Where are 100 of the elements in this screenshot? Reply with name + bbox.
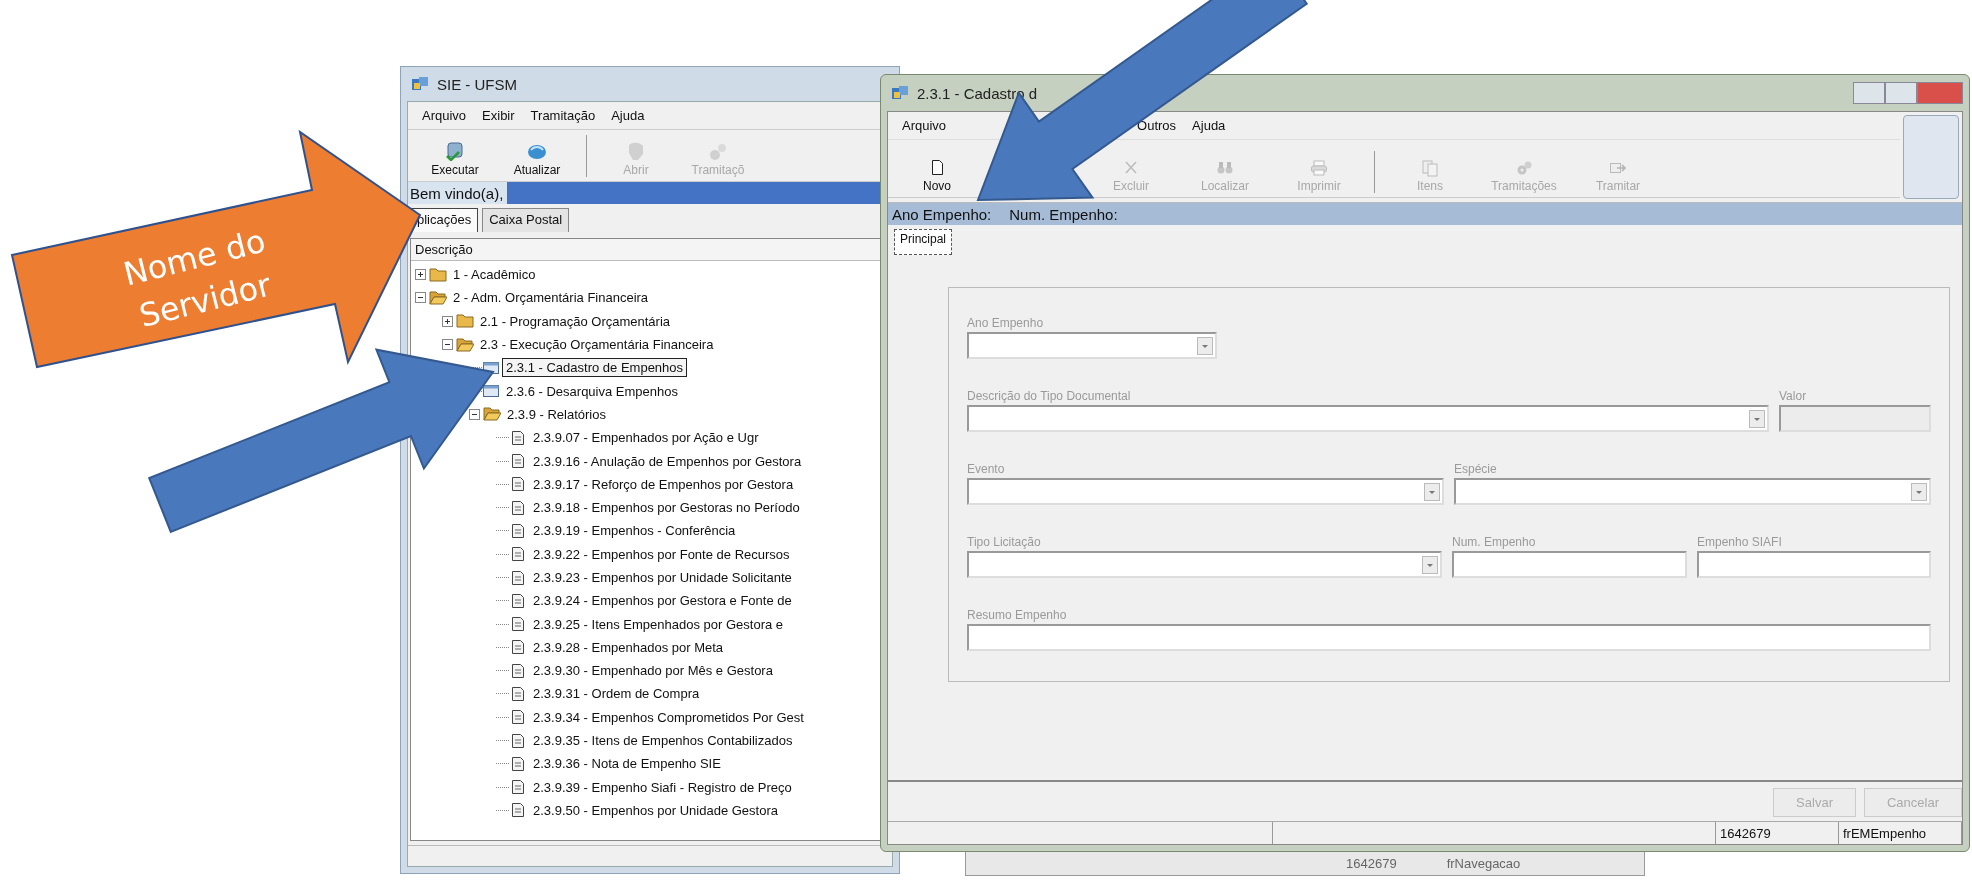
- document-icon: [509, 545, 527, 564]
- document-icon: [509, 661, 527, 680]
- tree-item[interactable]: 2.3.6 - Desarquiva Empenhos: [502, 381, 682, 401]
- document-icon: [509, 591, 527, 610]
- tree-item[interactable]: 2.3.9.36 - Nota de Empenho SIE: [529, 754, 725, 774]
- menu-item[interactable]: Ajuda: [1192, 118, 1226, 133]
- document-icon: [509, 778, 527, 797]
- minimize-button[interactable]: [1853, 82, 1885, 104]
- toolbar-button[interactable]: Atualizar: [498, 139, 576, 179]
- tab[interactable]: plicações: [410, 208, 479, 232]
- tree-item[interactable]: 1 - Acadêmico: [449, 265, 540, 285]
- dropdown-field[interactable]: [967, 478, 1444, 505]
- document-icon: [509, 452, 527, 470]
- tree-item[interactable]: 2 - Adm. Orçamentária Financeira: [449, 288, 653, 308]
- input-field[interactable]: [1697, 551, 1931, 578]
- tree-item[interactable]: 2.3.9.17 - Reforço de Empenhos por Gestora: [529, 474, 798, 494]
- menu-item[interactable]: Tramitação: [530, 108, 596, 123]
- menu-item[interactable]: Arquivo: [902, 118, 947, 133]
- folder-icon: [456, 312, 474, 331]
- field-label: Valor: [1779, 389, 1808, 403]
- tree-item[interactable]: 2.3.9.30 - Empenhado por Mês e Gestora: [529, 661, 777, 681]
- dropdown-field[interactable]: [967, 405, 1769, 432]
- field-label: Evento: [967, 462, 1006, 476]
- status-text: frEMEmpenho: [1839, 822, 1962, 844]
- document-icon: [509, 801, 527, 820]
- welcome-text: Bem vindo(a),: [409, 184, 504, 202]
- field-label: Empenho SIAFI: [1697, 535, 1783, 549]
- folder-icon: [456, 335, 474, 354]
- info-label: Num. Empenho:: [1009, 205, 1118, 223]
- tree-item[interactable]: 2.3.9.18 - Empenhos por Gestoras no Período: [529, 498, 804, 518]
- status-text: frNavegacao: [1446, 856, 1521, 871]
- app-logo-icon: [891, 85, 909, 101]
- printer-icon: [1310, 159, 1328, 177]
- app-logo-icon: [411, 76, 429, 92]
- menu-item[interactable]: Outros: [1137, 118, 1177, 133]
- collapse-toggle[interactable]: [415, 292, 426, 304]
- document-icon: [509, 568, 527, 587]
- document-icon: [509, 475, 527, 494]
- tree-item[interactable]: 2.3.9.22 - Empenhos por Fonte de Recursos: [529, 544, 794, 564]
- tree-item[interactable]: 2.3.9.28 - Empenhados por Meta: [529, 637, 728, 657]
- document-icon: [509, 615, 527, 634]
- tree-item[interactable]: 2.3.9.35 - Itens de Empenhos Contabilizados: [529, 731, 797, 751]
- document-icon: [509, 521, 527, 540]
- tree-item[interactable]: 2.3.9.25 - Itens Empenhados por Gestora e: [529, 614, 788, 634]
- menu-item[interactable]: Exibir: [482, 108, 515, 123]
- document-icon: [509, 638, 527, 657]
- input-field[interactable]: [967, 624, 1931, 651]
- document-icon: [509, 708, 527, 727]
- field-label: Resumo Empenho: [967, 608, 1068, 622]
- collapse-toggle[interactable]: [469, 408, 480, 420]
- tree-item[interactable]: 2.3 - Execução Orçamentária Financeira: [476, 335, 718, 355]
- tree-item[interactable]: 2.3.9.07 - Empenhados por Ação e Ugr: [529, 428, 763, 448]
- tree-item[interactable]: 2.3.9.34 - Empenhos Comprometidos Por Gest: [529, 707, 808, 727]
- folder-icon: [429, 288, 447, 307]
- tab[interactable]: Caixa Postal: [482, 208, 570, 232]
- tree-item[interactable]: 2.3.9.24 - Empenhos por Gestora e Fonte de: [529, 591, 796, 611]
- callout-text: Nome do Servidor: [119, 221, 275, 335]
- folder-icon: [483, 405, 501, 424]
- status-text: 1642679: [1346, 856, 1397, 871]
- window-title: SIE - UFSM: [437, 75, 517, 93]
- menu-item[interactable]: Arquivo: [422, 108, 467, 123]
- field-label: Num. Empenho: [1452, 535, 1537, 549]
- tree-item[interactable]: 2.3.1 - Cadastro de Empenhos: [502, 358, 688, 378]
- dropdown-field[interactable]: [1454, 478, 1931, 505]
- expand-toggle[interactable]: [415, 269, 426, 281]
- tree-item[interactable]: 2.3.9.39 - Empenho Siafi - Registro de Preço: [529, 777, 796, 797]
- gears-icon: [1515, 159, 1533, 177]
- input-field[interactable]: [1452, 551, 1687, 578]
- field-label: Tipo Licitação: [967, 535, 1042, 549]
- tab[interactable]: Principal: [894, 229, 953, 255]
- tree-item[interactable]: 2.3.9.23 - Empenhos por Unidade Solicitante: [529, 568, 796, 587]
- document-icon: [509, 685, 527, 703]
- document-icon: [509, 731, 527, 750]
- window-title: 2.3.1 - Cadastro d: [917, 84, 1038, 102]
- toolbar-button[interactable]: Novo: [892, 157, 982, 195]
- tree-item[interactable]: 2.3.9 - Relatórios: [503, 404, 610, 424]
- documents-icon: [1421, 159, 1439, 177]
- document-icon: [509, 754, 527, 773]
- dropdown-field[interactable]: [967, 551, 1442, 578]
- gears-icon: [707, 141, 729, 161]
- expand-toggle[interactable]: [442, 315, 453, 327]
- tree-item[interactable]: 2.1 - Programação Orçamentária: [476, 311, 675, 331]
- menu-item[interactable]: Ajuda: [611, 108, 645, 123]
- run-icon: [444, 141, 466, 161]
- status-text: 1642679: [1716, 822, 1839, 844]
- document-icon: [509, 498, 527, 517]
- dropdown-field[interactable]: [967, 332, 1217, 359]
- document-icon: [509, 428, 527, 447]
- maximize-button[interactable]: [1885, 82, 1917, 104]
- field-label: Espécie: [1454, 462, 1498, 476]
- field-label: Descrição do Tipo Documental: [967, 389, 1132, 403]
- tree-item[interactable]: 2.3.9.50 - Empenhos por Unidade Gestora: [529, 800, 782, 820]
- tree-item[interactable]: 2.3.9.19 - Empenhos - Conferência: [529, 521, 740, 541]
- info-label: Ano Empenho:: [892, 205, 992, 223]
- tree-item[interactable]: 2.3.9.31 - Ordem de Compra: [529, 684, 704, 704]
- toolbar-button[interactable]: Executar: [416, 139, 494, 179]
- tree-item[interactable]: 2.3.9.16 - Anulação de Empenhos por Gestora: [529, 451, 806, 471]
- field-label: Ano Empenho: [967, 316, 1045, 330]
- folder-icon: [429, 265, 447, 284]
- collapse-toggle[interactable]: [442, 339, 453, 351]
